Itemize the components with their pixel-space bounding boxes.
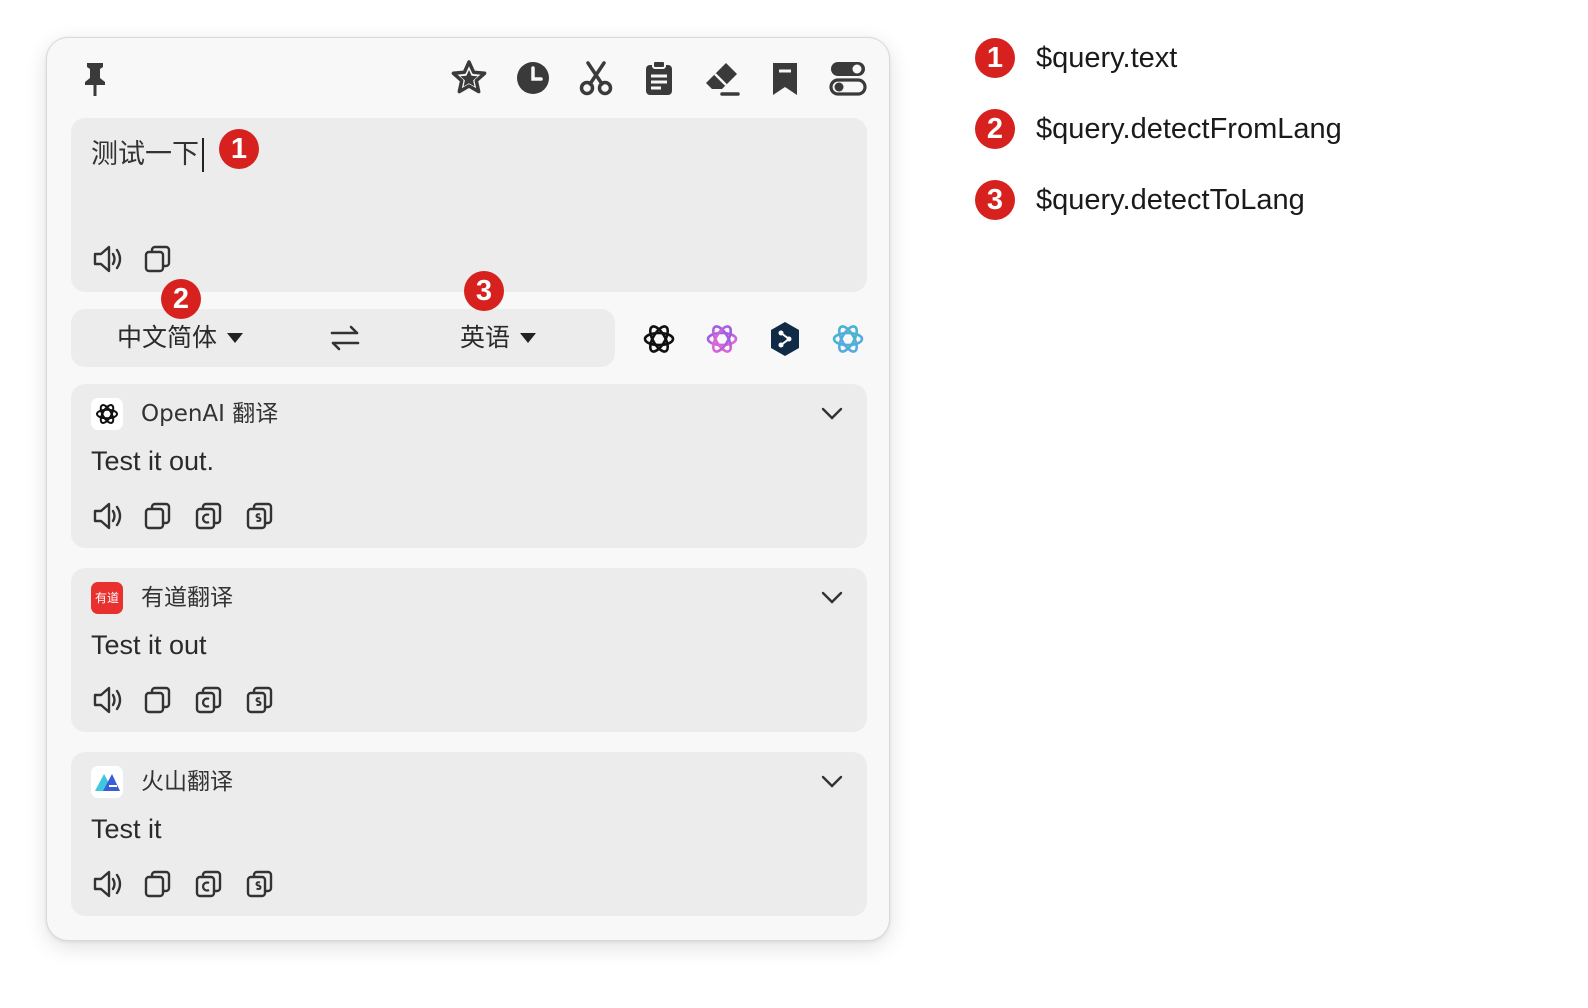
copy-icon[interactable]: [141, 867, 175, 901]
bookmark-icon[interactable]: [765, 58, 805, 98]
caret-down-icon: [227, 332, 244, 343]
legend-badge-3: 3: [975, 180, 1015, 220]
openai-logo[interactable]: [637, 317, 681, 361]
translation-result: Test it out: [91, 630, 207, 660]
speaker-icon[interactable]: [91, 499, 125, 533]
annotation-badge-2: 2: [161, 279, 201, 319]
clipboard-icon[interactable]: [639, 58, 679, 98]
annotation-badge-1: 1: [219, 129, 259, 169]
openai-gradient-logo[interactable]: [700, 317, 744, 361]
copy-icon[interactable]: [141, 499, 175, 533]
pin-icon[interactable]: [75, 58, 115, 98]
swap-languages-icon[interactable]: [327, 320, 363, 356]
translation-window: 测试一下 中文简体 英语 OpenAI 翻译 Test it out. 有道 有…: [46, 37, 890, 941]
eraser-icon[interactable]: [702, 58, 742, 98]
copy-snakecase-icon[interactable]: [243, 499, 277, 533]
scissors-icon[interactable]: [576, 58, 616, 98]
copy-camelcase-icon[interactable]: [192, 683, 226, 717]
legend-label-3: $query.detectToLang: [1036, 184, 1305, 216]
star-icon[interactable]: [449, 58, 489, 98]
speaker-icon[interactable]: [91, 683, 125, 717]
legend-badge-1: 1: [975, 38, 1015, 78]
legend-badge-2: 2: [975, 109, 1015, 149]
openai-logo: [91, 398, 123, 430]
speaker-icon[interactable]: [91, 867, 125, 901]
from-language-label: 中文简体: [117, 323, 218, 352]
chevron-down-icon[interactable]: [817, 766, 847, 796]
service-name: 火山翻译: [141, 769, 233, 795]
legend-label-1: $query.text: [1036, 42, 1178, 74]
copy-snakecase-icon[interactable]: [243, 867, 277, 901]
annotation-badge-3: 3: [464, 271, 504, 311]
result-card-volcano: 火山翻译 Test it: [71, 752, 867, 916]
copy-camelcase-icon[interactable]: [192, 499, 226, 533]
result-card-openai: OpenAI 翻译 Test it out.: [71, 384, 867, 548]
translation-result: Test it out.: [91, 446, 215, 476]
chevron-down-icon[interactable]: [817, 398, 847, 428]
copy-snakecase-icon[interactable]: [243, 683, 277, 717]
query-input[interactable]: 测试一下: [91, 138, 204, 172]
volcano-logo: [91, 766, 123, 798]
deepl-logo[interactable]: [763, 317, 807, 361]
language-bar: 中文简体 英语: [71, 309, 615, 367]
copy-icon[interactable]: [141, 242, 175, 276]
toggle-icon[interactable]: [828, 58, 868, 98]
caret-down-icon: [520, 332, 537, 343]
copy-camelcase-icon[interactable]: [192, 867, 226, 901]
youdao-logo: 有道: [91, 582, 123, 614]
service-name: 有道翻译: [141, 585, 233, 611]
speaker-icon[interactable]: [91, 242, 125, 276]
openai-teal-logo[interactable]: [826, 317, 870, 361]
result-card-youdao: 有道 有道翻译 Test it out: [71, 568, 867, 732]
translation-result: Test it: [91, 814, 162, 844]
to-language-select[interactable]: 英语: [460, 309, 537, 367]
service-name: OpenAI 翻译: [141, 401, 279, 427]
history-icon[interactable]: [513, 58, 553, 98]
copy-icon[interactable]: [141, 683, 175, 717]
legend-label-2: $query.detectFromLang: [1036, 113, 1342, 145]
chevron-down-icon[interactable]: [817, 582, 847, 612]
to-language-label: 英语: [460, 323, 511, 352]
query-input-box[interactable]: 测试一下: [71, 118, 867, 292]
